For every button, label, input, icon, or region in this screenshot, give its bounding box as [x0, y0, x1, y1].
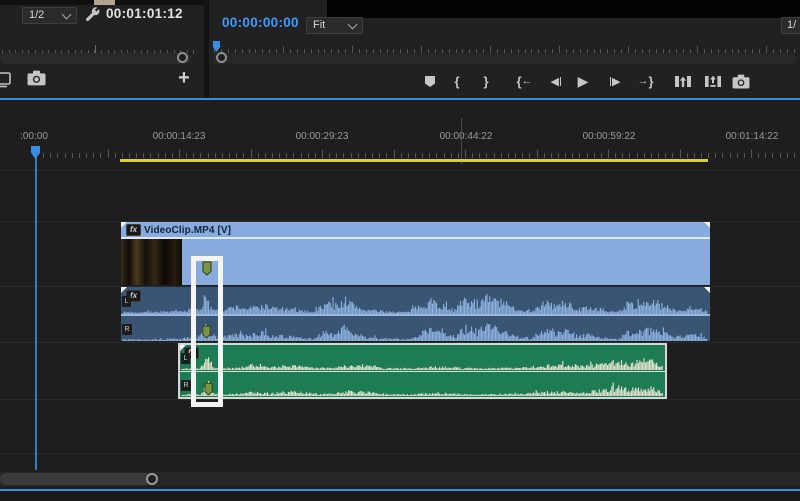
ruler-label: :00:00	[20, 131, 48, 142]
track-divider	[0, 399, 800, 400]
export-frame-camera-button[interactable]	[730, 70, 752, 92]
lift-icon	[674, 75, 692, 88]
chevron-down-icon	[62, 9, 72, 19]
panel-divider[interactable]	[204, 0, 209, 98]
step-forward-triangle-icon: ▶	[612, 75, 620, 88]
annotation-highlight-rectangle	[191, 256, 223, 407]
timeline-scrollbar-handle[interactable]	[146, 473, 158, 485]
timeline-scrollbar-thumb[interactable]	[0, 473, 153, 485]
step-back-bar	[560, 77, 562, 86]
settings-wrench-icon[interactable]	[84, 6, 101, 23]
right-arrow-icon: →	[637, 75, 647, 87]
program-zoom-ruler[interactable]	[212, 43, 798, 53]
ruler-label: 00:00:29:23	[296, 131, 349, 142]
play-button[interactable]: ▶	[574, 70, 592, 92]
clip-corner-notch	[121, 222, 127, 228]
mark-in-button[interactable]: {	[450, 70, 464, 92]
step-back-button[interactable]: ◀	[545, 70, 567, 92]
fit-dropdown[interactable]: Fit	[306, 17, 363, 34]
export-frame-partial-icon[interactable]	[0, 71, 13, 88]
program-timecode: 00:00:00:00	[222, 15, 299, 30]
program-zoom-handle[interactable]	[216, 52, 227, 63]
go-to-out-button[interactable]: → }	[632, 70, 658, 92]
left-arrow-icon: ←	[522, 75, 532, 87]
fit-value: Fit	[313, 18, 325, 33]
source-zoom-scrollbar[interactable]	[0, 53, 191, 64]
go-to-in-button[interactable]: { ←	[511, 70, 537, 92]
source-video-fragment	[94, 0, 115, 5]
go-to-out-brace: }	[648, 74, 652, 89]
track-divider	[0, 170, 800, 171]
add-marker-button[interactable]	[421, 70, 439, 92]
ruler-label: 00:00:59:22	[583, 131, 636, 142]
clip-corner-notch	[180, 345, 186, 351]
program-resolution-value: 1/	[787, 18, 796, 33]
program-resolution-dropdown-partial[interactable]: 1/	[781, 17, 800, 34]
step-back-triangle-icon: ◀	[551, 75, 559, 88]
video-clip-name: VideoClip.MP4 [V]	[144, 225, 231, 236]
source-resolution-dropdown[interactable]: 1/2	[22, 7, 77, 24]
lift-button[interactable]	[672, 70, 694, 92]
extract-button[interactable]	[702, 70, 724, 92]
marker-icon	[424, 75, 436, 88]
source-camera-icon[interactable]	[27, 70, 46, 86]
premiere-workspace: 1/2 00:01:01:12 + 00:00:00:00 Fit	[0, 0, 800, 501]
camera-icon	[732, 74, 750, 89]
extract-icon	[704, 75, 722, 88]
music-clip-selected[interactable]: fx L R	[178, 343, 667, 399]
mark-out-button[interactable]: }	[479, 70, 493, 92]
program-video-edge	[327, 0, 800, 18]
program-zoom-scrollbar[interactable]	[212, 53, 796, 64]
playhead-line[interactable]	[35, 146, 37, 470]
video-thumbnail	[121, 239, 182, 285]
footer-strip	[0, 491, 800, 501]
go-to-in-brace: {	[516, 74, 520, 89]
clip-corner-notch	[704, 222, 710, 228]
channel-right-badge: R	[181, 380, 191, 391]
work-area-bar[interactable]	[120, 159, 708, 162]
step-forward-button[interactable]: ▶	[604, 70, 626, 92]
add-button[interactable]: +	[173, 66, 195, 90]
clip-corner-notch	[121, 287, 127, 293]
waveform-left	[182, 346, 663, 370]
ruler-label: 00:01:14:22	[726, 131, 779, 142]
source-zoom-handle[interactable]	[177, 52, 188, 63]
fx-badge: fx	[126, 224, 141, 236]
waveform-right	[182, 373, 663, 396]
channel-divider	[180, 371, 665, 373]
ruler-label: 00:00:14:23	[153, 131, 206, 142]
track-divider	[0, 453, 800, 454]
timeline-ruler[interactable]	[0, 148, 800, 158]
channel-right-badge: R	[122, 324, 132, 335]
chevron-down-icon	[348, 19, 358, 29]
source-resolution-value: 1/2	[29, 8, 44, 23]
channel-left-badge: L	[181, 353, 190, 364]
step-forward-bar	[610, 77, 612, 86]
source-timecode: 00:01:01:12	[106, 6, 183, 21]
ruler-label: 00:00:44:22	[440, 131, 493, 142]
clip-corner-notch	[704, 287, 710, 293]
channel-left-badge: L	[122, 296, 131, 307]
